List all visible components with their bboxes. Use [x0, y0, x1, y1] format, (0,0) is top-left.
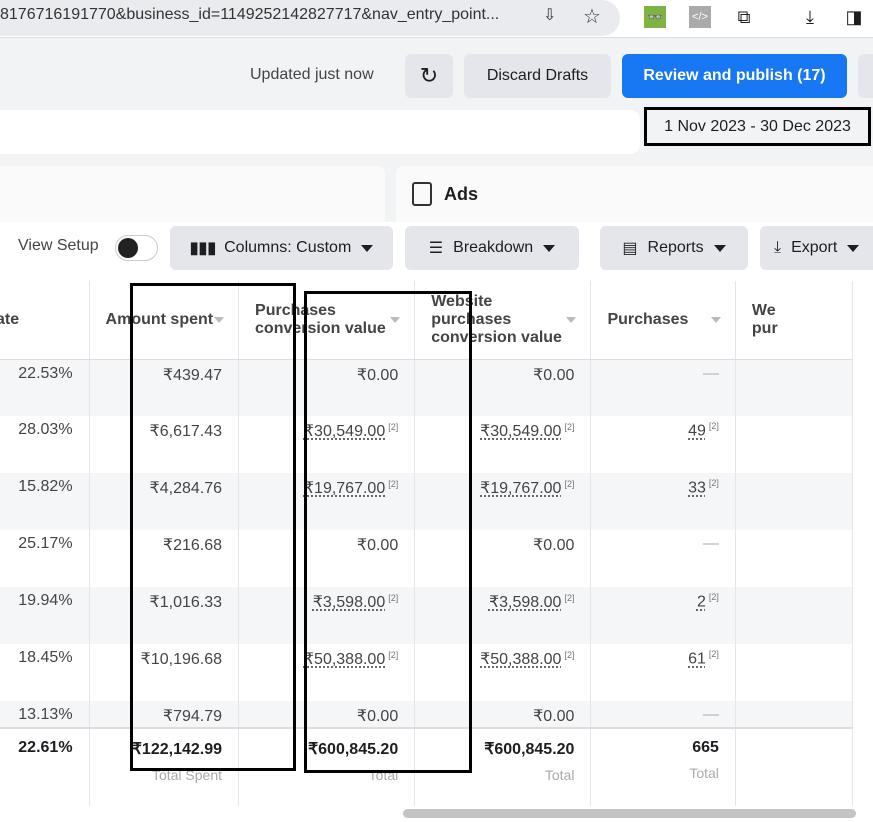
highlight-box-purchase-value — [304, 291, 472, 773]
code-extension-icon[interactable]: </> — [689, 6, 711, 28]
table-cell: 13.13% — [0, 701, 90, 728]
columns-label: Columns: Custom — [224, 239, 352, 256]
breakdown-button[interactable]: ☰ Breakdown — [405, 226, 579, 270]
table-cell[interactable]: 61 [2] — [590, 644, 736, 701]
url-text: 8176716191770&business_id=11492521428277… — [0, 6, 500, 23]
caret-down-icon — [847, 244, 860, 252]
table-cell[interactable]: 49 [2] — [590, 416, 736, 473]
sort-icon[interactable] — [710, 317, 721, 323]
caret-down-icon — [361, 244, 374, 252]
table-cell: 19.94% — [0, 587, 90, 644]
table-cell — [735, 701, 854, 728]
columns-icon: ▮▮▮ — [189, 240, 217, 257]
refresh-icon: ↻ — [419, 63, 439, 88]
sort-icon[interactable] — [566, 317, 577, 323]
view-setup-label: View Setup — [18, 237, 99, 254]
table-cell: — — [590, 359, 736, 416]
caret-down-icon — [543, 244, 556, 252]
table-cell: 18.45% — [0, 644, 90, 701]
table-cell — [735, 416, 854, 473]
table-cell[interactable]: 33 [2] — [590, 473, 736, 530]
table-cell[interactable]: 2 [2] — [590, 587, 736, 644]
table-cell: 25.17% — [0, 530, 90, 587]
ads-label: Ads — [444, 183, 479, 204]
reports-button[interactable]: ▤ Reports — [600, 226, 748, 270]
ad-icon — [412, 182, 432, 206]
total-cell: 665 Total — [590, 727, 736, 806]
puzzle-extensions-icon[interactable]: ⧉ — [733, 6, 755, 28]
glasses-extension-icon[interactable]: 👓 — [644, 6, 666, 28]
table-cell: — — [590, 530, 736, 587]
sidebar-icon[interactable]: ◨ — [843, 6, 865, 28]
table-cell — [735, 359, 854, 416]
review-publish-button[interactable]: Review and publish (17) — [622, 54, 847, 98]
download-icon[interactable]: ⤓ — [799, 6, 821, 28]
columns-button[interactable]: ▮▮▮ Columns: Custom — [170, 226, 393, 270]
table-cell: 28.03% — [0, 416, 90, 473]
star-icon[interactable]: ☆ — [583, 4, 601, 29]
breakdown-label: Breakdown — [453, 239, 534, 256]
table-cell: 22.53% — [0, 359, 90, 416]
highlight-box-amount-spent — [130, 283, 296, 771]
search-filter-bar[interactable] — [0, 110, 640, 154]
discard-drafts-button[interactable]: Discard Drafts — [464, 54, 611, 98]
column-header[interactable]: ate — [0, 281, 90, 360]
reports-icon: ▤ — [622, 240, 638, 257]
column-header-purchases[interactable]: Purchases — [590, 281, 736, 360]
total-cell: 22.61% — [0, 727, 90, 806]
update-status: Updated just now — [250, 66, 374, 83]
table-cell — [735, 530, 854, 587]
export-button[interactable]: ⤓ Export — [760, 226, 873, 270]
date-range-picker[interactable]: 1 Nov 2023 - 30 Dec 2023 — [644, 107, 871, 146]
install-icon[interactable]: ⇩ — [543, 5, 556, 25]
horizontal-scrollbar[interactable] — [403, 809, 856, 818]
table-cell — [735, 587, 854, 644]
caret-down-icon — [713, 244, 726, 252]
reports-label: Reports — [647, 239, 704, 256]
breakdown-icon: ☰ — [428, 240, 444, 257]
table-cell: 15.82% — [0, 473, 90, 530]
table-cell — [735, 644, 854, 701]
export-icon: ⤓ — [774, 239, 782, 256]
table-cell: — — [590, 701, 736, 728]
url-bar[interactable]: 8176716191770&business_id=11492521428277… — [0, 0, 620, 36]
refresh-button[interactable]: ↻ — [405, 54, 453, 98]
total-cell — [735, 727, 854, 806]
ads-panel-tab[interactable]: Ads — [396, 166, 873, 222]
export-label: Export — [791, 239, 838, 256]
left-panel-tab[interactable] — [0, 166, 385, 222]
column-header-website-purchases[interactable]: We pur — [735, 281, 854, 360]
more-button[interactable] — [858, 54, 873, 98]
table-cell — [735, 473, 854, 530]
view-setup-toggle[interactable] — [115, 235, 158, 261]
